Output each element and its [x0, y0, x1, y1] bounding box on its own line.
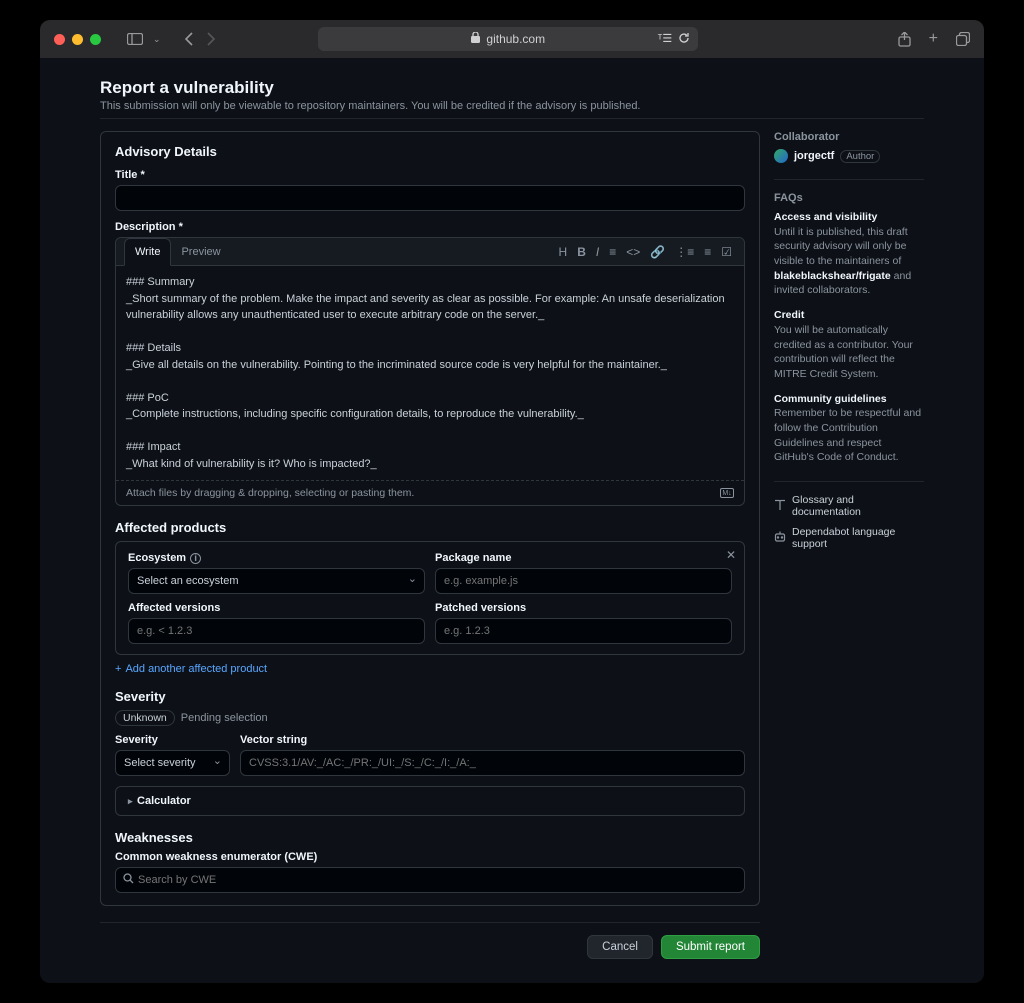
affected-product-box: ✕ Ecosystem i Select an ecos	[115, 541, 745, 655]
advisory-heading: Advisory Details	[115, 144, 745, 159]
page-subtitle: This submission will only be viewable to…	[100, 100, 924, 112]
minimize-window-button[interactable]	[72, 34, 83, 45]
severity-heading: Severity	[115, 689, 745, 704]
sidebar: Collaborator jorgectf Author FAQs Access…	[774, 131, 924, 959]
title-label: Title *	[115, 169, 745, 181]
list-ul-icon[interactable]: ⋮≡	[675, 245, 694, 259]
calculator-toggle[interactable]: Calculator	[115, 786, 745, 816]
page-content: Report a vulnerability This submission w…	[40, 58, 984, 983]
cancel-button[interactable]: Cancel	[587, 935, 653, 959]
lock-icon	[471, 32, 480, 46]
tasklist-icon[interactable]: ☑	[721, 245, 732, 259]
browser-window: ⌄ github.com ᵀ☰ +	[40, 20, 984, 983]
tab-write[interactable]: Write	[124, 238, 171, 266]
back-button[interactable]	[185, 32, 194, 46]
affected-products-heading: Affected products	[115, 520, 745, 535]
italic-icon[interactable]: I	[596, 245, 599, 259]
info-icon[interactable]: i	[190, 553, 201, 564]
link-icon[interactable]: 🔗	[650, 245, 665, 259]
heading-icon[interactable]: H	[559, 245, 568, 259]
quote-icon[interactable]: ≡	[609, 245, 616, 259]
tabs-icon[interactable]	[956, 30, 970, 48]
cwe-search-input[interactable]	[115, 867, 745, 893]
attach-hint[interactable]: Attach files by dragging & dropping, sel…	[126, 487, 414, 499]
collaborator-name: jorgectf	[794, 150, 834, 162]
description-editor: Write Preview H B I ≡ <> 🔗 ⋮≡	[115, 237, 745, 506]
credit-title: Credit	[774, 309, 804, 321]
affected-versions-input[interactable]	[128, 618, 425, 644]
weaknesses-heading: Weaknesses	[115, 830, 745, 845]
collaborator-heading: Collaborator	[774, 131, 924, 143]
package-input[interactable]	[435, 568, 732, 594]
url-text: github.com	[486, 32, 545, 46]
bold-icon[interactable]: B	[577, 245, 586, 259]
share-icon[interactable]	[898, 30, 911, 48]
severity-pending: Pending selection	[181, 712, 268, 724]
divider	[774, 481, 924, 482]
description-textarea[interactable]: ### Summary _Short summary of the proble…	[116, 266, 744, 480]
collaborator-row[interactable]: jorgectf Author	[774, 149, 924, 163]
advisory-panel: Advisory Details Title * Description * W…	[100, 131, 760, 906]
reload-icon[interactable]	[678, 32, 690, 47]
remove-product-button[interactable]: ✕	[726, 548, 736, 562]
vector-label: Vector string	[240, 734, 745, 746]
faqs-heading: FAQs	[774, 192, 924, 204]
window-controls	[54, 34, 101, 45]
glossary-link[interactable]: Glossary and documentation	[774, 494, 924, 518]
titlebar: ⌄ github.com ᵀ☰ +	[40, 20, 984, 58]
markdown-icon[interactable]: M↓	[720, 488, 734, 498]
close-window-button[interactable]	[54, 34, 65, 45]
search-icon	[123, 873, 134, 887]
title-input[interactable]	[115, 185, 745, 211]
tab-preview[interactable]: Preview	[171, 239, 230, 265]
ecosystem-select[interactable]: Select an ecosystem	[128, 568, 425, 594]
code-icon[interactable]: <>	[626, 245, 640, 259]
maximize-window-button[interactable]	[90, 34, 101, 45]
page-header: Report a vulnerability This submission w…	[100, 78, 924, 119]
book-icon	[774, 499, 786, 514]
author-badge: Author	[840, 150, 880, 163]
new-tab-icon[interactable]: +	[929, 30, 938, 48]
sidebar-toggle-icon[interactable]	[127, 33, 143, 45]
chevron-down-icon[interactable]: ⌄	[153, 34, 161, 45]
dependabot-icon	[774, 531, 786, 546]
ecosystem-label: Ecosystem	[128, 552, 186, 564]
submit-button[interactable]: Submit report	[661, 935, 760, 959]
guidelines-title: Community guidelines	[774, 393, 887, 405]
package-label: Package name	[435, 552, 732, 564]
divider	[774, 179, 924, 180]
vector-input[interactable]	[240, 750, 745, 776]
forward-button[interactable]	[206, 32, 215, 46]
patched-versions-label: Patched versions	[435, 602, 732, 614]
affected-versions-label: Affected versions	[128, 602, 425, 614]
translate-icon[interactable]: ᵀ☰	[658, 32, 673, 47]
description-label: Description *	[115, 221, 745, 233]
patched-versions-input[interactable]	[435, 618, 732, 644]
dependabot-link[interactable]: Dependabot language support	[774, 526, 924, 550]
address-bar[interactable]: github.com ᵀ☰	[318, 27, 698, 51]
cwe-label: Common weakness enumerator (CWE)	[115, 851, 745, 863]
add-product-link[interactable]: + Add another affected product	[115, 663, 267, 675]
page-title: Report a vulnerability	[100, 78, 924, 98]
avatar	[774, 149, 788, 163]
editor-toolbar: H B I ≡ <> 🔗 ⋮≡ ≡ ☑	[555, 239, 736, 265]
access-title: Access and visibility	[774, 211, 877, 223]
nav-buttons	[185, 32, 215, 46]
form-actions: Cancel Submit report	[100, 922, 760, 959]
plus-icon: +	[115, 663, 121, 675]
severity-label: Severity	[115, 734, 230, 746]
severity-badge: Unknown	[115, 710, 175, 726]
severity-select[interactable]: Select severity	[115, 750, 230, 776]
list-ol-icon[interactable]: ≡	[704, 245, 711, 259]
